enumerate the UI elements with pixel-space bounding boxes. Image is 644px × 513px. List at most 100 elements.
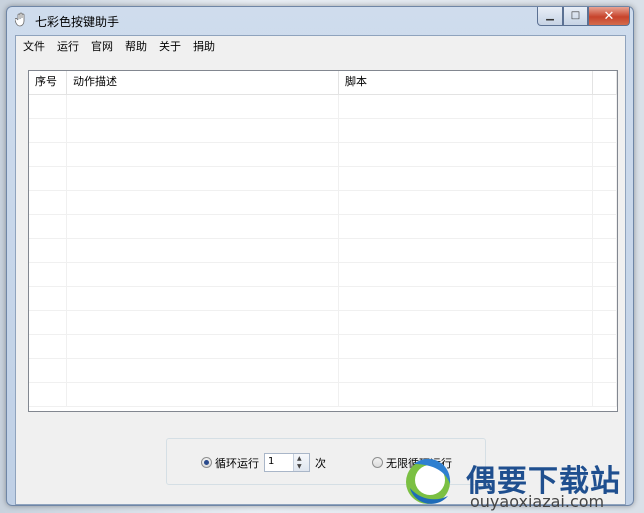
table-cell xyxy=(593,191,617,215)
table-cell xyxy=(339,119,593,143)
menu-file[interactable]: 文件 xyxy=(22,37,46,55)
table-cell xyxy=(67,215,339,239)
table-cell xyxy=(67,383,339,407)
loop-count-value[interactable]: 1 xyxy=(268,456,274,467)
loop-count-spinner[interactable]: 1 ▲ ▼ xyxy=(264,453,310,472)
client-area: 文件 运行 官网 帮助 关于 捐助 序号 动作描述 脚本 循环运行 1 ▲ ▼ … xyxy=(15,35,626,505)
list-header: 序号 动作描述 脚本 xyxy=(29,71,617,95)
menu-bar: 文件 运行 官网 帮助 关于 捐助 xyxy=(16,36,625,56)
table-cell xyxy=(339,167,593,191)
table-row[interactable] xyxy=(29,215,617,239)
table-cell xyxy=(29,287,67,311)
table-row[interactable] xyxy=(29,95,617,119)
table-cell xyxy=(593,311,617,335)
table-cell xyxy=(67,335,339,359)
table-cell xyxy=(593,263,617,287)
watermark-logo-icon xyxy=(406,458,451,504)
loop-count-unit: 次 xyxy=(315,457,326,470)
table-cell xyxy=(67,239,339,263)
table-row[interactable] xyxy=(29,263,617,287)
radio-selected-dot xyxy=(204,460,209,465)
table-cell xyxy=(339,239,593,263)
watermark-url: ouyaoxiazai.com xyxy=(470,492,605,511)
table-cell xyxy=(29,311,67,335)
app-icon xyxy=(14,12,29,28)
table-row[interactable] xyxy=(29,239,617,263)
table-cell xyxy=(339,359,593,383)
menu-about[interactable]: 关于 xyxy=(158,37,182,55)
table-cell xyxy=(67,143,339,167)
column-header-script[interactable]: 脚本 xyxy=(339,71,593,94)
table-cell xyxy=(339,287,593,311)
menu-website[interactable]: 官网 xyxy=(90,37,114,55)
table-cell xyxy=(67,95,339,119)
watermark: 偶要下载站 ouyaoxiazai.com xyxy=(400,452,640,511)
spin-up-icon[interactable]: ▲ xyxy=(297,456,302,462)
table-cell xyxy=(593,167,617,191)
table-row[interactable] xyxy=(29,287,617,311)
minimize-button[interactable]: ▁ xyxy=(537,7,563,26)
column-header-index[interactable]: 序号 xyxy=(29,71,67,94)
table-cell xyxy=(339,143,593,167)
minimize-icon: ▁ xyxy=(546,10,554,21)
maximize-icon: □ xyxy=(570,10,581,21)
table-cell xyxy=(29,359,67,383)
table-cell xyxy=(29,383,67,407)
spin-down-icon[interactable]: ▼ xyxy=(297,464,302,470)
table-row[interactable] xyxy=(29,383,617,407)
table-cell xyxy=(67,287,339,311)
table-row[interactable] xyxy=(29,143,617,167)
menu-donate[interactable]: 捐助 xyxy=(192,37,216,55)
table-cell xyxy=(593,119,617,143)
table-cell xyxy=(593,335,617,359)
table-cell xyxy=(339,263,593,287)
loop-count-label[interactable]: 循环运行 xyxy=(215,455,259,471)
table-cell xyxy=(29,215,67,239)
table-cell xyxy=(339,335,593,359)
close-icon: ✕ xyxy=(603,8,615,24)
table-cell xyxy=(29,119,67,143)
table-row[interactable] xyxy=(29,311,617,335)
title-bar: 七彩色按键助手 ▁ □ ✕ xyxy=(7,7,633,33)
table-row[interactable] xyxy=(29,191,617,215)
action-list-view[interactable]: 序号 动作描述 脚本 xyxy=(28,70,618,412)
list-rows xyxy=(29,95,617,407)
table-cell xyxy=(339,311,593,335)
table-cell xyxy=(593,287,617,311)
table-cell xyxy=(67,167,339,191)
table-cell xyxy=(67,311,339,335)
table-cell xyxy=(29,143,67,167)
table-cell xyxy=(593,359,617,383)
table-cell xyxy=(67,263,339,287)
table-cell xyxy=(67,359,339,383)
table-cell xyxy=(593,383,617,407)
close-button[interactable]: ✕ xyxy=(588,7,630,26)
table-cell xyxy=(29,95,67,119)
table-cell xyxy=(593,143,617,167)
menu-run[interactable]: 运行 xyxy=(56,37,80,55)
window-title: 七彩色按键助手 xyxy=(35,15,120,29)
table-row[interactable] xyxy=(29,119,617,143)
infinite-loop-radio[interactable] xyxy=(372,457,383,468)
app-window: 七彩色按键助手 ▁ □ ✕ 文件 运行 官网 帮助 关于 捐助 序号 动作描述 … xyxy=(6,6,634,506)
table-cell xyxy=(29,239,67,263)
table-row[interactable] xyxy=(29,167,617,191)
table-row[interactable] xyxy=(29,335,617,359)
table-cell xyxy=(29,191,67,215)
loop-count-radio[interactable] xyxy=(201,457,212,468)
maximize-button[interactable]: □ xyxy=(563,7,588,26)
table-cell xyxy=(593,215,617,239)
menu-help[interactable]: 帮助 xyxy=(124,37,148,55)
column-header-description[interactable]: 动作描述 xyxy=(67,71,339,94)
table-cell xyxy=(339,383,593,407)
table-row[interactable] xyxy=(29,359,617,383)
column-header-filler xyxy=(593,71,617,94)
table-cell xyxy=(593,95,617,119)
table-cell xyxy=(67,191,339,215)
table-cell xyxy=(339,191,593,215)
table-cell xyxy=(29,335,67,359)
table-cell xyxy=(593,239,617,263)
table-cell xyxy=(29,263,67,287)
spinner-buttons[interactable]: ▲ ▼ xyxy=(293,454,309,471)
table-cell xyxy=(339,95,593,119)
